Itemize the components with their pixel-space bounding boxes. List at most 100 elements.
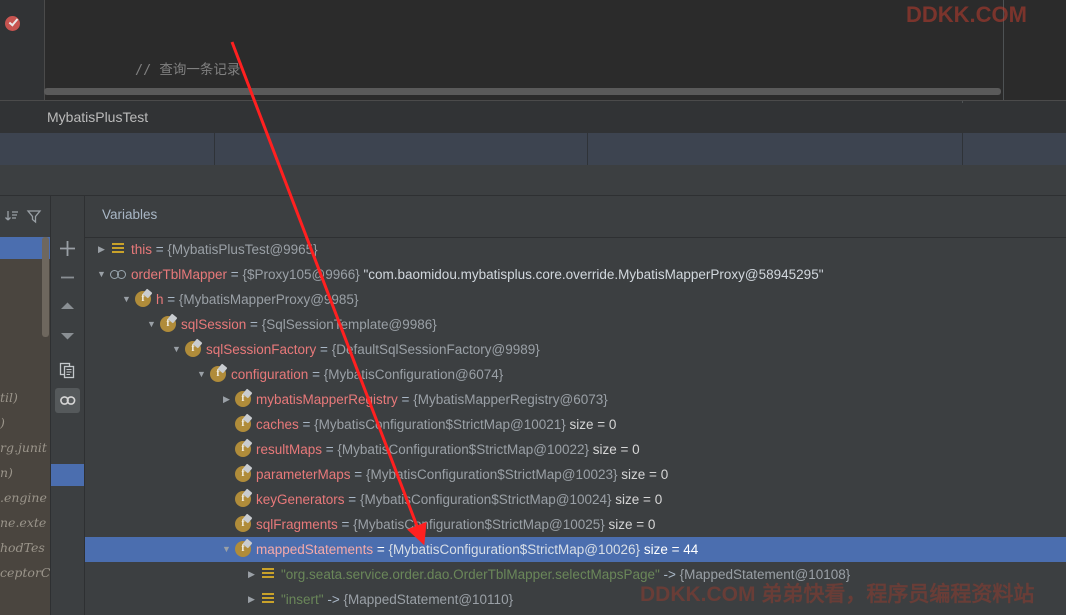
- remove-watch-button[interactable]: [55, 265, 80, 290]
- sort-direction-icon[interactable]: [4, 208, 20, 224]
- map-arrow: ->: [323, 592, 344, 607]
- tree-twisty-expanded-icon[interactable]: ▼: [218, 537, 235, 562]
- variable-row[interactable]: ▶ "org.seata.service.order.dao.OrderTblMa…: [85, 562, 1066, 587]
- move-up-button[interactable]: [55, 294, 80, 319]
- tree-twisty-expanded-icon[interactable]: ▼: [143, 312, 160, 337]
- variables-tool-column[interactable]: [51, 196, 85, 615]
- tree-twisty-collapsed-icon[interactable]: ▶: [93, 237, 110, 262]
- ide-debugger-window: // 查询一条记录 OrderTbl orderTbl1 = orderTblM…: [0, 0, 1066, 615]
- frame-row[interactable]: ne.exte: [0, 510, 51, 535]
- variable-value: {MybatisConfiguration@6074}: [323, 367, 504, 382]
- frames-scrollbar[interactable]: [42, 237, 49, 337]
- variable-row[interactable]: f sqlFragments = {MybatisConfiguration$St…: [85, 512, 1066, 537]
- field-icon: f: [235, 491, 251, 508]
- variable-equals: =: [397, 392, 414, 407]
- variable-name: keyGenerators: [256, 492, 345, 507]
- breakpoint-verified-icon[interactable]: [5, 16, 20, 31]
- tree-twisty-expanded-icon[interactable]: ▼: [118, 287, 135, 312]
- variable-row[interactable]: ▶ "insert" -> {MappedStatement@10110}: [85, 587, 1066, 612]
- filter-icon[interactable]: [26, 208, 42, 224]
- debug-strip-segment-1[interactable]: [0, 133, 215, 165]
- code-text-area[interactable]: // 查询一条记录 OrderTbl orderTbl1 = orderTblM…: [44, 0, 1066, 100]
- code-line-comment-1: // 查询一条记录: [44, 40, 1066, 78]
- variable-size: size = 0: [565, 417, 617, 432]
- evaluate-expression-button[interactable]: [55, 388, 80, 413]
- variable-name: sqlFragments: [256, 517, 338, 532]
- proxy-icon: [110, 266, 126, 282]
- variable-row[interactable]: ▼ orderTblMapper = {$Proxy105@9966} "com.…: [85, 262, 1066, 287]
- editor-horizontal-scrollbar[interactable]: [44, 88, 1001, 95]
- code-editor[interactable]: // 查询一条记录 OrderTbl orderTbl1 = orderTblM…: [0, 0, 1066, 100]
- tree-twisty-collapsed-icon[interactable]: ▶: [218, 387, 235, 412]
- tab-mybatisplustest[interactable]: MybatisPlusTest: [47, 109, 148, 125]
- tree-twisty-expanded-icon[interactable]: ▼: [193, 362, 210, 387]
- tree-twisty-expanded-icon[interactable]: ▼: [168, 337, 185, 362]
- map-value: {MappedStatement@10110}: [343, 592, 514, 607]
- variable-row[interactable]: ▼ f mappedStatements = {MybatisConfigurati…: [85, 537, 1066, 562]
- map-arrow: ->: [659, 567, 680, 582]
- run-tab-strip[interactable]: MybatisPlusTest: [0, 100, 1066, 135]
- variable-row[interactable]: ▼ f sqlSession = {SqlSessionTemplate@9986}: [85, 312, 1066, 337]
- variable-row[interactable]: f resultMaps = {MybatisConfiguration$Stri…: [85, 437, 1066, 462]
- variable-row[interactable]: f keyGenerators = {MybatisConfiguration$S…: [85, 487, 1066, 512]
- debug-secondary-band: [0, 165, 1066, 196]
- frame-row[interactable]: .engine: [0, 485, 51, 510]
- variable-name: this: [131, 242, 153, 257]
- move-down-button[interactable]: [55, 323, 80, 348]
- variable-name: orderTblMapper: [131, 267, 228, 282]
- map-value: {MappedStatement@10108}: [679, 567, 851, 582]
- variable-value: {MybatisConfiguration$StrictMap@10024}: [359, 492, 612, 507]
- variables-tree[interactable]: ▶ this = {MybatisPlusTest@9965} ▼ orderTblM…: [85, 237, 1066, 615]
- variables-pane: Variables ▶ this = {MybatisPlusTest@9965}…: [85, 196, 1066, 615]
- variable-row[interactable]: f caches = {MybatisConfiguration$StrictMa…: [85, 412, 1066, 437]
- debug-toolbar-strip[interactable]: [0, 133, 1066, 166]
- frame-row[interactable]: ceptorC: [0, 560, 51, 585]
- variable-value: {SqlSessionTemplate@9986}: [261, 317, 437, 332]
- tree-twisty-placeholder: [218, 512, 235, 537]
- variable-equals: =: [246, 317, 262, 332]
- variable-value: {MybatisConfiguration$StrictMap@10021}: [314, 417, 566, 432]
- map-key: "org.seata.service.order.dao.OrderTblMap…: [281, 567, 660, 582]
- variable-row[interactable]: ▼ f sqlSessionFactory = {DefaultSqlSession…: [85, 337, 1066, 362]
- frame-row[interactable]: n): [0, 460, 51, 485]
- debug-strip-segment-2[interactable]: [214, 133, 588, 165]
- frame-row[interactable]: hodTes: [0, 535, 51, 560]
- variable-row[interactable]: ▶ f mybatisMapperRegistry = {MybatisMapper…: [85, 387, 1066, 412]
- variable-name: caches: [256, 417, 299, 432]
- frame-row[interactable]: rg.junit: [0, 435, 51, 460]
- map-key: "insert": [281, 592, 324, 607]
- variable-name: parameterMaps: [256, 467, 351, 482]
- debug-strip-segment-4[interactable]: [962, 133, 1066, 165]
- field-icon: f: [135, 291, 151, 308]
- field-icon: f: [160, 316, 176, 333]
- tree-twisty-expanded-icon[interactable]: ▼: [93, 262, 110, 287]
- frames-panel[interactable]: til) ) rg.junit n) .engine ne.exte hodTe…: [0, 196, 51, 615]
- variable-equals: =: [316, 342, 332, 357]
- frames-rows[interactable]: til) ) rg.junit n) .engine ne.exte hodTe…: [0, 385, 51, 585]
- frame-row[interactable]: ): [0, 410, 51, 435]
- frame-row[interactable]: til): [0, 385, 51, 410]
- frames-list[interactable]: til) ) rg.junit n) .engine ne.exte hodTe…: [0, 237, 51, 615]
- variable-equals: =: [152, 242, 168, 257]
- tree-twisty-collapsed-icon[interactable]: ▶: [243, 562, 260, 587]
- tree-twisty-collapsed-icon[interactable]: ▶: [243, 587, 260, 612]
- editor-gutter[interactable]: [0, 0, 34, 100]
- variable-row[interactable]: f parameterMaps = {MybatisConfiguration$S…: [85, 462, 1066, 487]
- variable-size: size = 0: [604, 517, 656, 532]
- variable-equals: =: [298, 417, 315, 432]
- variable-row[interactable]: ▼ f configuration = {MybatisConfiguration@…: [85, 362, 1066, 387]
- variable-row[interactable]: ▶ this = {MybatisPlusTest@9965}: [85, 237, 1066, 262]
- variable-equals: =: [337, 517, 354, 532]
- variable-value: {MybatisPlusTest@9965}: [167, 242, 318, 257]
- variable-string-value: "com.baomidou.mybatisplus.core.override.…: [363, 267, 824, 282]
- variable-equals: =: [308, 367, 324, 382]
- frames-toolbar[interactable]: [0, 196, 51, 238]
- add-watch-button[interactable]: [55, 236, 80, 261]
- copy-value-button[interactable]: [55, 358, 80, 383]
- tree-twisty-placeholder: [218, 437, 235, 462]
- variable-size: size = 0: [589, 442, 640, 457]
- variable-row[interactable]: ▼ f h = {MybatisMapperProxy@9985}: [85, 287, 1066, 312]
- variable-equals: =: [344, 492, 360, 507]
- variable-name: sqlSessionFactory: [206, 342, 317, 357]
- debug-strip-segment-3[interactable]: [587, 133, 963, 165]
